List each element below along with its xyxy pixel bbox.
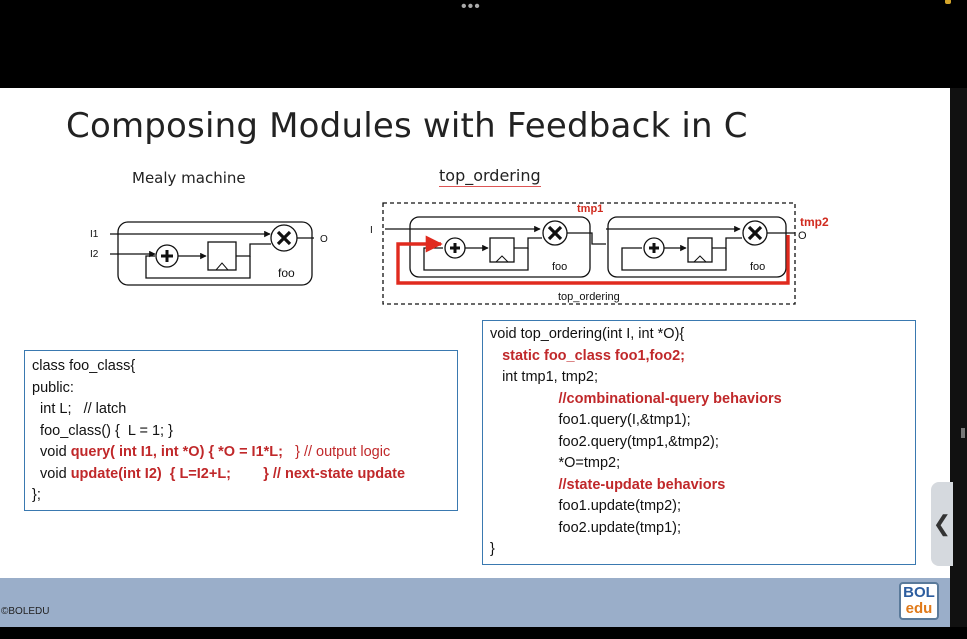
code-line: class foo_class{ (32, 358, 136, 374)
code-comment: //combinational-query behaviors (490, 390, 782, 407)
tmp2-label: tmp2 (800, 215, 829, 229)
code-line: foo1.update(tmp2); (490, 498, 682, 514)
query-method-code: query( int I1, int *O) { *O = I1*L; (70, 444, 283, 460)
foo-class-code-box: class foo_class{public: int L; // latch … (24, 350, 458, 511)
update-method-code: update(int I2) { L=I2+L; } // next-state… (70, 465, 406, 482)
code-comment: //state-update behaviors (490, 476, 726, 493)
mealy-in2-label: I2 (90, 249, 99, 260)
logo-top-text: BOL (903, 584, 935, 601)
mealy-out-label: O (320, 234, 328, 245)
copyright-text: ©BOLEDU (1, 606, 50, 617)
code-line: foo1.query(I,&tmp1); (490, 412, 691, 428)
top-ordering-dashed-box (382, 202, 796, 305)
mealy-in1-label: I1 (90, 229, 99, 240)
code-line: static foo_class foo1,foo2; (490, 347, 685, 364)
code-line: public: (32, 379, 74, 396)
foo2-module-label: foo (750, 261, 765, 273)
foo2-latch-box (687, 237, 713, 263)
code-keyword: void (32, 465, 71, 482)
boledu-logo: BOL edu (899, 582, 939, 620)
code-line: *O=tmp2; (490, 455, 621, 471)
top-in-label: I (370, 225, 373, 236)
code-line: } (490, 541, 495, 557)
code-line: foo2.update(tmp1); (490, 519, 682, 536)
output-logic-comment: } // output logic (282, 444, 391, 460)
logo-bottom-text: edu (905, 600, 933, 617)
top-ordering-diagram: I tmp1 tmp2 O top_ordering foo foo (370, 202, 829, 305)
chevron-left-icon: ❮ (932, 511, 952, 536)
top-ordering-code-box: void top_ordering(int I, int *O){ static… (482, 320, 916, 565)
top-ordering-caption: top_ordering (558, 291, 620, 303)
scroll-indicator (961, 428, 965, 438)
foo1-latch-box (489, 237, 515, 263)
code-line: void query( int I1, int *O) { *O = I1*L;… (32, 442, 457, 464)
mealy-module-label: foo (278, 266, 295, 280)
code-line: void top_ordering(int I, int *O){ (490, 326, 685, 342)
foo1-module-label: foo (552, 261, 567, 273)
code-line: int tmp1, tmp2; (490, 369, 598, 385)
collapse-panel-button[interactable]: ❮ (931, 482, 953, 566)
code-keyword: void (32, 444, 71, 460)
code-line: void update(int I2) { L=I2+L; } // next-… (32, 464, 457, 486)
tmp1-label: tmp1 (577, 203, 603, 215)
top-out-label: O (798, 230, 807, 242)
mealy-latch-box (207, 241, 237, 271)
mealy-diagram: I1 I2 O foo (90, 221, 328, 286)
code-line: int L; // latch (32, 401, 127, 417)
code-line: foo_class() { L = 1; } (32, 422, 173, 439)
code-line: }; (32, 487, 41, 503)
code-line: foo2.query(tmp1,&tmp2); (490, 433, 719, 450)
